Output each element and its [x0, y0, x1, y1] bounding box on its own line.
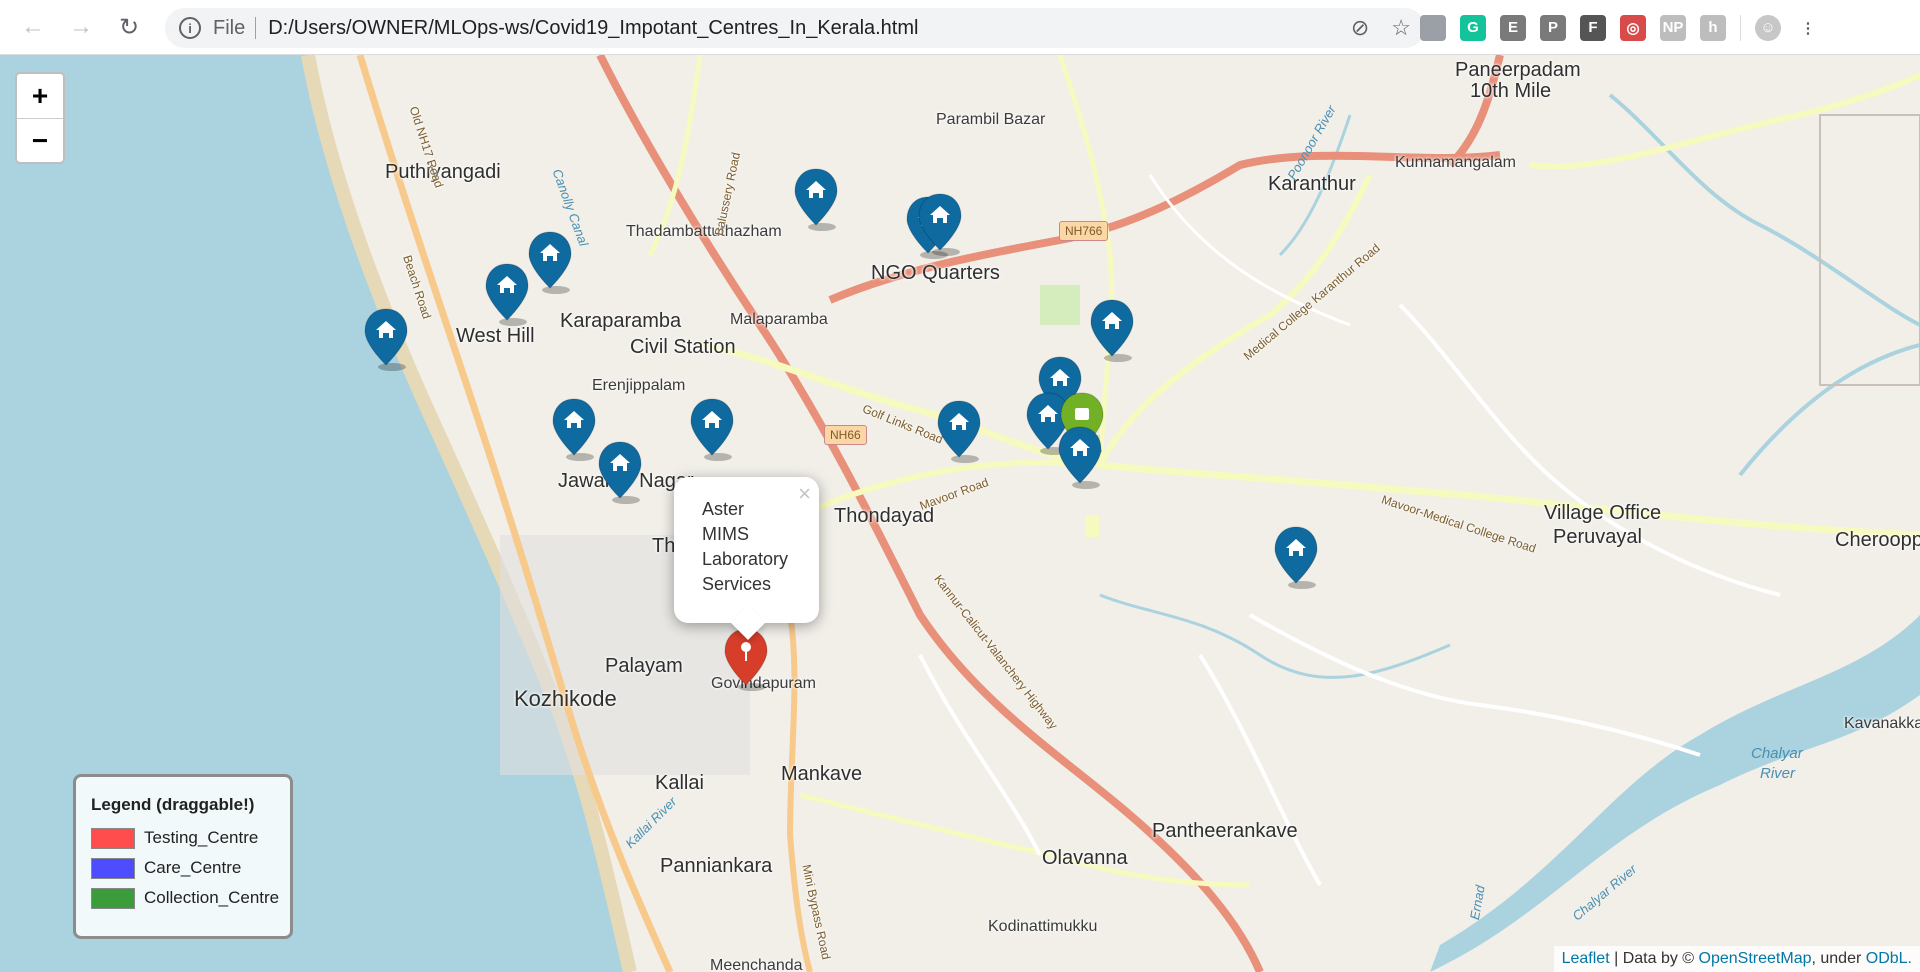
place-label: Meenchanda — [710, 957, 803, 972]
care-centre-marker[interactable] — [526, 230, 574, 294]
place-label: Kallai — [655, 772, 704, 794]
place-label: Karaparamba — [560, 310, 682, 332]
care-centre-marker[interactable] — [483, 262, 531, 326]
place-label: Paneerpadam — [1455, 59, 1581, 81]
place-label: Karanthur — [1268, 173, 1356, 195]
zoom-control: + − — [15, 72, 65, 164]
popup-close-button[interactable]: × — [798, 481, 811, 506]
place-label: Kozhikode — [514, 686, 617, 711]
care-centre-marker[interactable] — [1056, 425, 1104, 489]
grammarly-icon[interactable]: G — [1460, 14, 1486, 41]
map-legend[interactable]: Legend (draggable!) Testing_Centre Care_… — [73, 774, 293, 939]
place-label: Palayam — [605, 655, 683, 677]
river-label: River — [1760, 765, 1796, 782]
place-label: Pantheerankave — [1152, 820, 1298, 842]
legend-swatch-care — [91, 857, 135, 879]
popup-line: Services — [702, 574, 772, 594]
profile-avatar-icon[interactable]: ☺ — [1755, 14, 1781, 41]
place-label: Kunnamangalam — [1395, 154, 1516, 171]
legend-label: Collection_Centre — [144, 888, 280, 907]
h-extension-icon[interactable]: h — [1700, 14, 1726, 41]
legend-label: Care_Centre — [144, 858, 242, 877]
zoom-out-button[interactable]: − — [17, 118, 63, 162]
url-scheme: File — [213, 16, 246, 39]
leaflet-link[interactable]: Leaflet — [1562, 950, 1610, 967]
legend-item-collection: Collection_Centre — [91, 883, 290, 913]
legend-swatch-testing — [91, 827, 135, 849]
legend-title: Legend (draggable!) — [91, 795, 255, 814]
care-centre-marker[interactable] — [1272, 525, 1320, 589]
extension-icons: G E P F ◎ NP h ☺ ⋮ — [1420, 0, 1821, 55]
place-label: Peruvayal — [1553, 526, 1642, 548]
place-label: Village Office — [1544, 502, 1662, 524]
place-label: Mankave — [781, 763, 863, 785]
reading-list-icon[interactable] — [1420, 14, 1446, 41]
legend-label: Testing_Centre — [144, 828, 259, 847]
url-separator — [255, 17, 257, 39]
place-label: Parambil Bazar — [936, 111, 1046, 128]
road-shield: NH766 — [1059, 221, 1109, 241]
url-text[interactable]: D:/Users/OWNER/MLOps-ws/Covid19_Impotant… — [268, 17, 918, 40]
place-label: Panniankara — [660, 855, 773, 877]
care-centre-marker[interactable] — [935, 399, 983, 463]
pinterest-icon[interactable]: P — [1540, 14, 1566, 41]
care-centre-marker[interactable] — [916, 192, 964, 256]
blocked-cookies-icon[interactable]: ⊘ — [1351, 15, 1369, 41]
popup-line: MIMS — [702, 524, 749, 544]
place-label: Th — [652, 535, 676, 557]
care-centre-marker[interactable] — [792, 167, 840, 231]
leaflet-map[interactable]: Paneerpadam 10th Mile Parambil Bazar Kun… — [0, 55, 1920, 972]
odbl-link[interactable]: ODbL. — [1866, 950, 1912, 967]
np-extension-icon[interactable]: NP — [1660, 14, 1686, 41]
browser-toolbar: ← → ↻ i File D:/Users/OWNER/MLOps-ws/Cov… — [0, 0, 1920, 55]
legend-swatch-collection — [91, 887, 135, 909]
reload-icon[interactable]: ↻ — [109, 7, 149, 47]
place-label: Kavanakkallu — [1844, 715, 1920, 732]
place-label: NGO Quarters — [871, 262, 1000, 284]
care-centre-marker[interactable] — [362, 307, 410, 371]
care-centre-marker[interactable] — [550, 397, 598, 461]
care-centre-marker[interactable] — [688, 397, 736, 461]
legend-item-care: Care_Centre — [91, 853, 290, 883]
attribution-text: , under — [1811, 950, 1866, 967]
legend-item-testing: Testing_Centre — [91, 823, 290, 853]
toolbar-divider — [1740, 14, 1741, 41]
care-centre-marker[interactable] — [596, 440, 644, 504]
care-centre-marker[interactable] — [1088, 298, 1136, 362]
place-label: Erenjippalam — [592, 377, 686, 394]
bookmark-star-icon[interactable]: ☆ — [1391, 15, 1411, 41]
back-arrow-icon[interactable]: ← — [13, 7, 53, 47]
popup-line: Laboratory — [702, 549, 789, 569]
zoom-in-button[interactable]: + — [17, 74, 63, 118]
browser-menu-icon[interactable]: ⋮ — [1795, 15, 1821, 41]
place-label: 10th Mile — [1470, 80, 1552, 102]
f-extension-icon[interactable]: F — [1580, 14, 1606, 41]
site-info-icon[interactable]: i — [179, 17, 201, 39]
forward-arrow-icon[interactable]: → — [61, 7, 101, 47]
place-label: Thondayad — [834, 505, 935, 527]
glasses-extension-icon[interactable]: ◎ — [1620, 14, 1646, 41]
place-label: West Hill — [456, 325, 535, 347]
place-label: Civil Station — [630, 336, 736, 358]
place-label: Malaparamba — [730, 311, 828, 328]
place-label: Kodinattimukku — [988, 918, 1098, 935]
place-label: Olavanna — [1042, 847, 1128, 869]
e-extension-icon[interactable]: E — [1500, 14, 1526, 41]
river-label: Chalyar — [1751, 745, 1803, 762]
attribution-text: | Data by © — [1609, 950, 1699, 967]
road-shield: NH66 — [824, 425, 867, 445]
place-label: Thadambattuthazham — [626, 223, 782, 240]
osm-link[interactable]: OpenStreetMap — [1699, 950, 1812, 967]
place-label: Cherooppa — [1835, 529, 1920, 551]
marker-popup: × Aster MIMS Laboratory Services — [674, 477, 819, 640]
address-bar[interactable]: i File D:/Users/OWNER/MLOps-ws/Covid19_I… — [165, 8, 1425, 48]
map-attribution: Leaflet | Data by © OpenStreetMap, under… — [1553, 946, 1920, 972]
